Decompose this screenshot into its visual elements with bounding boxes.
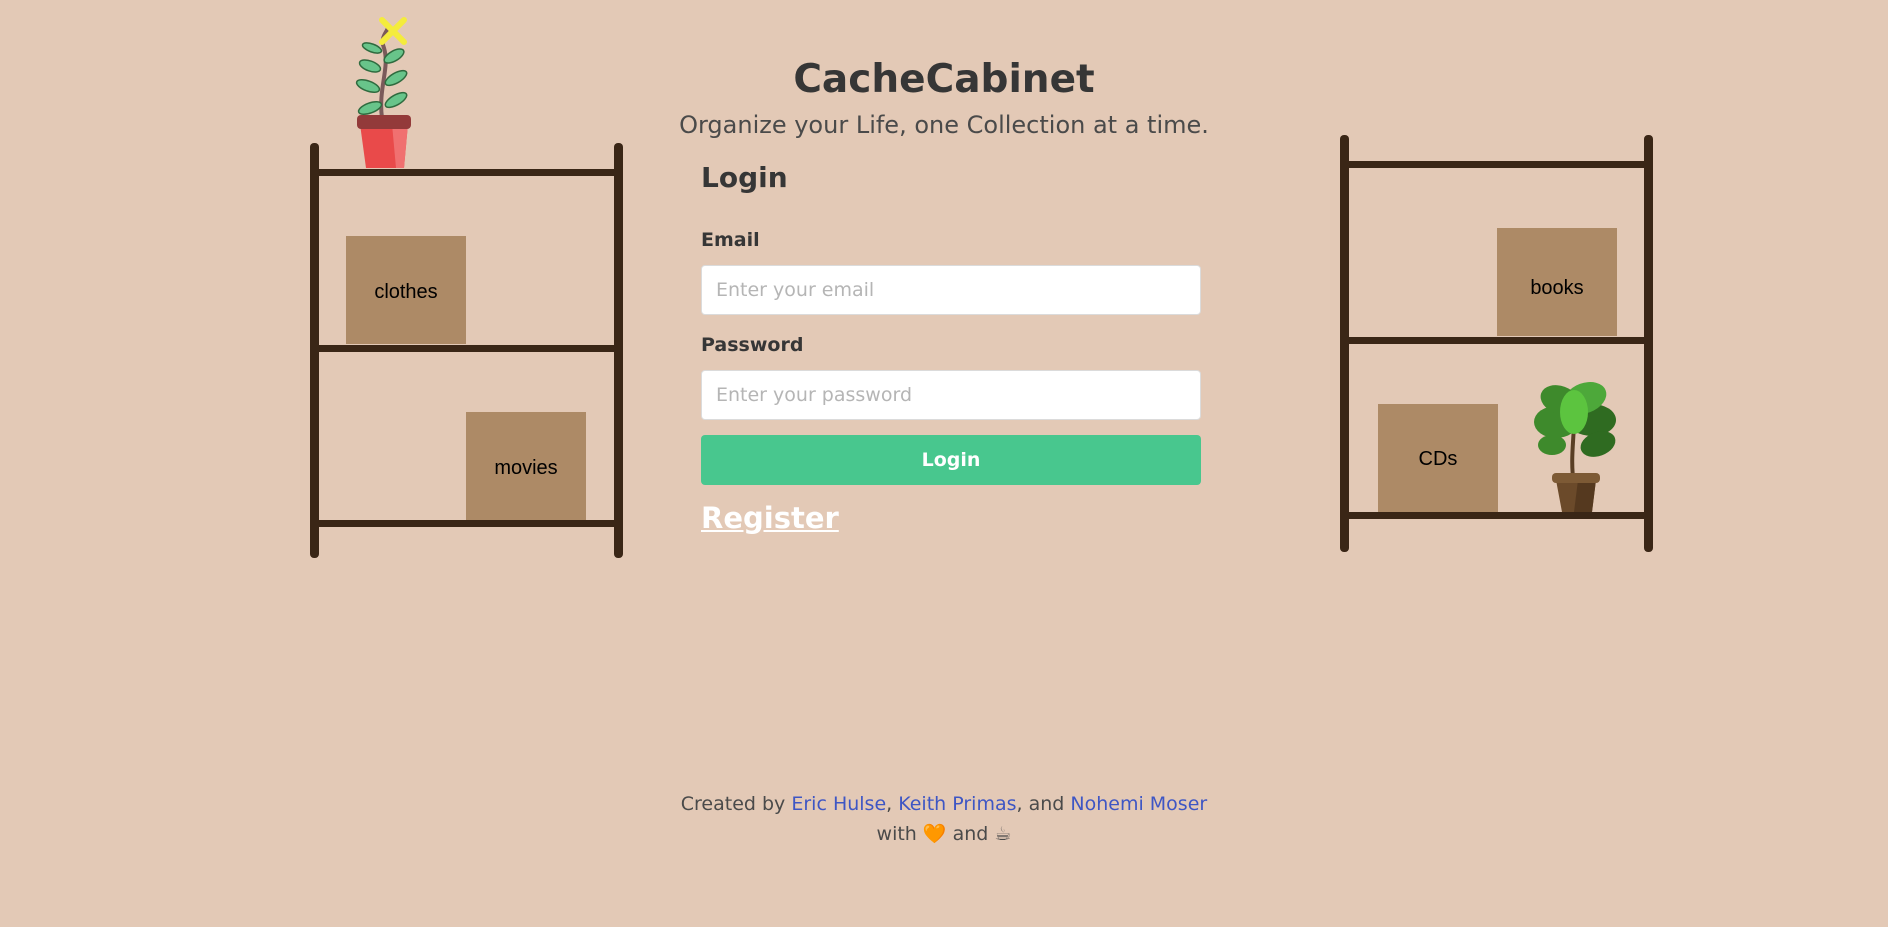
login-form: Login Email Password Login Register <box>701 158 1201 535</box>
email-label: Email <box>701 229 760 251</box>
separator-and-text: , and <box>1016 793 1065 815</box>
email-field[interactable] <box>701 265 1201 315</box>
heart-icon: 🧡 <box>922 823 947 845</box>
author-link-eric-hulse[interactable]: Eric Hulse <box>791 793 886 815</box>
footer: Created by Eric Hulse, Keith Primas, and… <box>0 789 1888 849</box>
box-label-cds: CDs <box>1419 448 1458 470</box>
site-header: CacheCabinet Organize your Life, one Col… <box>0 52 1888 142</box>
box-label-books: books <box>1530 277 1583 299</box>
and-text: and <box>952 823 989 845</box>
potted-plant-icon <box>1534 382 1616 512</box>
made-with-line: with 🧡 and ☕ <box>0 819 1888 849</box>
register-link[interactable]: Register <box>701 498 839 538</box>
author-link-nohemi-moser[interactable]: Nohemi Moser <box>1070 793 1207 815</box>
credits-line: Created by Eric Hulse, Keith Primas, and… <box>0 789 1888 819</box>
password-field[interactable] <box>701 370 1201 420</box>
site-title: CacheCabinet <box>793 57 1095 102</box>
separator-text: , <box>886 793 893 815</box>
created-by-text: Created by <box>680 793 786 815</box>
login-button[interactable]: Login <box>701 435 1201 485</box>
password-label: Password <box>701 334 804 356</box>
box-label-movies: movies <box>494 457 557 479</box>
box-label-clothes: clothes <box>374 281 437 303</box>
coffee-icon: ☕ <box>994 823 1012 845</box>
login-heading: Login <box>701 161 788 194</box>
page: clothes movies books CDs CacheCabinet Or… <box>0 0 1888 927</box>
with-text: with <box>876 823 917 845</box>
right-shelf-illustration: books CDs <box>1330 120 1670 560</box>
author-link-keith-primas[interactable]: Keith Primas <box>898 793 1016 815</box>
site-subtitle: Organize your Life, one Collection at a … <box>679 111 1209 139</box>
